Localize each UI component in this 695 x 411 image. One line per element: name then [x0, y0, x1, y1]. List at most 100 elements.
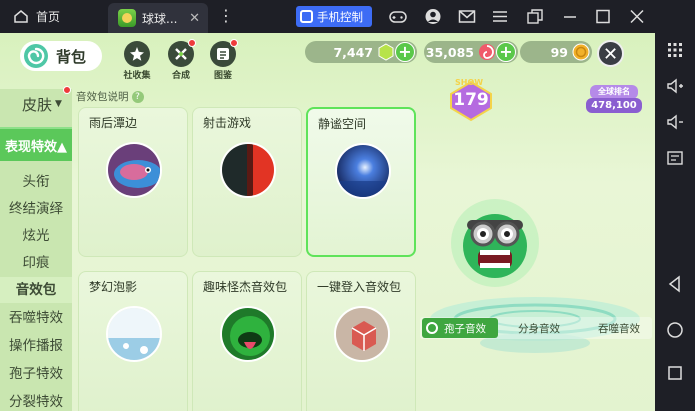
illustrated-label: 图鉴: [213, 71, 232, 81]
nav-item-sound-pack[interactable]: 音效包: [0, 277, 72, 303]
category-nav: 皮肤 ▼ 表现特效▲ 头衔 终结演绎 炫光 印痕 音效包 吞噬特效 操作播报 孢子…: [0, 86, 72, 411]
home-tab[interactable]: 首页: [0, 0, 108, 33]
skin-notification-dot: [63, 86, 71, 94]
candy-counter: 35,085 +: [424, 41, 518, 63]
volume-up-icon[interactable]: [666, 77, 684, 95]
collection-icon: [124, 41, 150, 67]
card-title: 射击游戏: [203, 116, 252, 130]
card-title: 雨后潭边: [89, 116, 138, 130]
sound-type-tabs: 孢子音效 分身音效 吞噬音效: [420, 317, 652, 339]
nav-effects-section[interactable]: 表现特效▲: [0, 127, 72, 161]
coin-icon: [572, 43, 590, 61]
home-tab-label: 首页: [36, 10, 61, 24]
recent-apps-icon[interactable]: [666, 364, 684, 382]
minimize-icon[interactable]: [561, 8, 579, 25]
volume-down-icon[interactable]: [666, 113, 684, 131]
swirl-logo-icon: [24, 44, 48, 68]
chevron-down-icon: ▼: [55, 99, 62, 109]
nav-item-title[interactable]: 头衔: [0, 169, 72, 195]
nav-item-split-effect[interactable]: 分裂特效: [0, 389, 72, 411]
screen-resize-icon[interactable]: [666, 149, 684, 167]
collection-label: 社收集: [123, 71, 151, 81]
emulator-titlebar: 首页 球球... ✕ ⋮ 手机控制: [0, 0, 695, 33]
monster-thumbnail: [220, 306, 276, 362]
add-candy-button[interactable]: +: [496, 42, 516, 62]
nav-item-finish-show[interactable]: 终结演绎: [0, 196, 72, 222]
nav-item-mark[interactable]: 印痕: [0, 250, 72, 276]
cube-thumbnail: [334, 306, 390, 362]
world-rank-label: 全球排名: [590, 85, 638, 99]
tab-devour-sound-label: 吞噬音效: [598, 323, 640, 335]
keyboard-icon[interactable]: [666, 41, 684, 59]
card-title: 梦幻泡影: [89, 280, 138, 294]
close-window-icon[interactable]: [628, 8, 646, 25]
show-value: 179: [453, 90, 489, 110]
sound-pack-card[interactable]: 一键登入音效包: [306, 271, 416, 411]
coins-value: 99: [550, 44, 568, 60]
collection-button[interactable]: 社收集: [122, 41, 152, 81]
nav-item-glow[interactable]: 炫光: [0, 223, 72, 249]
synthesis-button[interactable]: 合成: [166, 39, 196, 81]
question-icon: ?: [131, 90, 144, 103]
sound-pack-card[interactable]: 射击游戏: [192, 107, 302, 257]
nav-item-spore-effect[interactable]: 孢子特效: [0, 361, 72, 387]
back-icon[interactable]: [666, 275, 684, 293]
card-title: 静谧空间: [318, 117, 367, 131]
restore-window-icon[interactable]: [526, 8, 544, 25]
candy-icon: [479, 44, 495, 60]
illustrated-button[interactable]: 图鉴: [208, 39, 238, 81]
tab-devour-sound[interactable]: 吞噬音效: [598, 321, 640, 336]
nav-item-devour-effect[interactable]: 吞噬特效: [0, 305, 72, 331]
phone-control-icon: [300, 10, 313, 23]
game-tab-label: 球球...: [142, 11, 178, 26]
mail-icon[interactable]: [458, 8, 476, 25]
tab-clone-sound-label: 分身音效: [518, 323, 560, 335]
more-menu-icon[interactable]: ⋮: [218, 8, 234, 24]
sound-pack-card[interactable]: 趣味怪杰音效包: [192, 271, 302, 411]
nav-item-broadcast[interactable]: 操作播报: [0, 333, 72, 359]
sound-pack-card[interactable]: 雨后潭边: [78, 107, 188, 257]
nav-skin[interactable]: 皮肤 ▼: [0, 89, 72, 119]
maximize-icon[interactable]: [594, 8, 612, 25]
character-preview: [451, 199, 539, 287]
synthesis-notification-dot: [188, 39, 196, 47]
show-label: SHOW: [455, 78, 484, 87]
user-avatar-icon[interactable]: [424, 8, 442, 25]
close-tab-icon[interactable]: ✕: [189, 11, 200, 26]
sound-pack-card[interactable]: 梦幻泡影: [78, 271, 188, 411]
show-level-badge: SHOW 179: [446, 78, 496, 124]
close-bag-button[interactable]: ✕: [597, 40, 624, 67]
home-icon: [14, 10, 28, 23]
nav-skin-label: 皮肤: [22, 95, 53, 114]
gems-value: 7,447: [333, 44, 373, 60]
bubble-thumbnail: [106, 306, 162, 362]
world-rank-value: 478,100: [586, 98, 642, 113]
card-title: 一键登入音效包: [317, 280, 402, 294]
red-black-thumbnail: [220, 142, 276, 198]
gems-counter: 7,447 +: [305, 41, 417, 63]
sound-pack-help[interactable]: 音效包说明?: [76, 89, 144, 104]
night-sky-thumbnail: [335, 143, 391, 199]
phone-control-button[interactable]: 手机控制: [296, 6, 372, 27]
pause-icon: [426, 322, 438, 334]
gem-icon: [378, 43, 394, 61]
coins-counter: 99: [520, 41, 592, 63]
card-title: 趣味怪杰音效包: [203, 280, 288, 294]
tab-spore-sound[interactable]: 孢子音效: [422, 318, 498, 338]
add-gems-button[interactable]: +: [395, 42, 415, 62]
game-tab[interactable]: 球球... ✕: [108, 3, 208, 33]
home-button-icon[interactable]: [666, 321, 684, 339]
illustrated-notification-dot: [230, 39, 238, 47]
synthesis-label: 合成: [171, 71, 190, 81]
bag-title: 背包: [56, 47, 87, 66]
bag-header: 背包: [20, 41, 102, 71]
sound-pack-card-selected[interactable]: 静谧空间: [306, 107, 416, 257]
emulator-sidebar: [655, 33, 695, 411]
candy-value: 35,085: [425, 44, 474, 60]
menu-icon[interactable]: [491, 8, 509, 25]
phone-control-label: 手机控制: [317, 9, 363, 24]
gamepad-icon[interactable]: [389, 8, 407, 25]
tab-clone-sound[interactable]: 分身音效: [518, 321, 560, 336]
nav-effects-label: 表现特效▲: [5, 139, 67, 155]
game-screen: 背包 社收集 合成 图鉴 7,447 + 35,085 + 99 ✕ 皮肤 ▼ 表…: [0, 33, 655, 411]
